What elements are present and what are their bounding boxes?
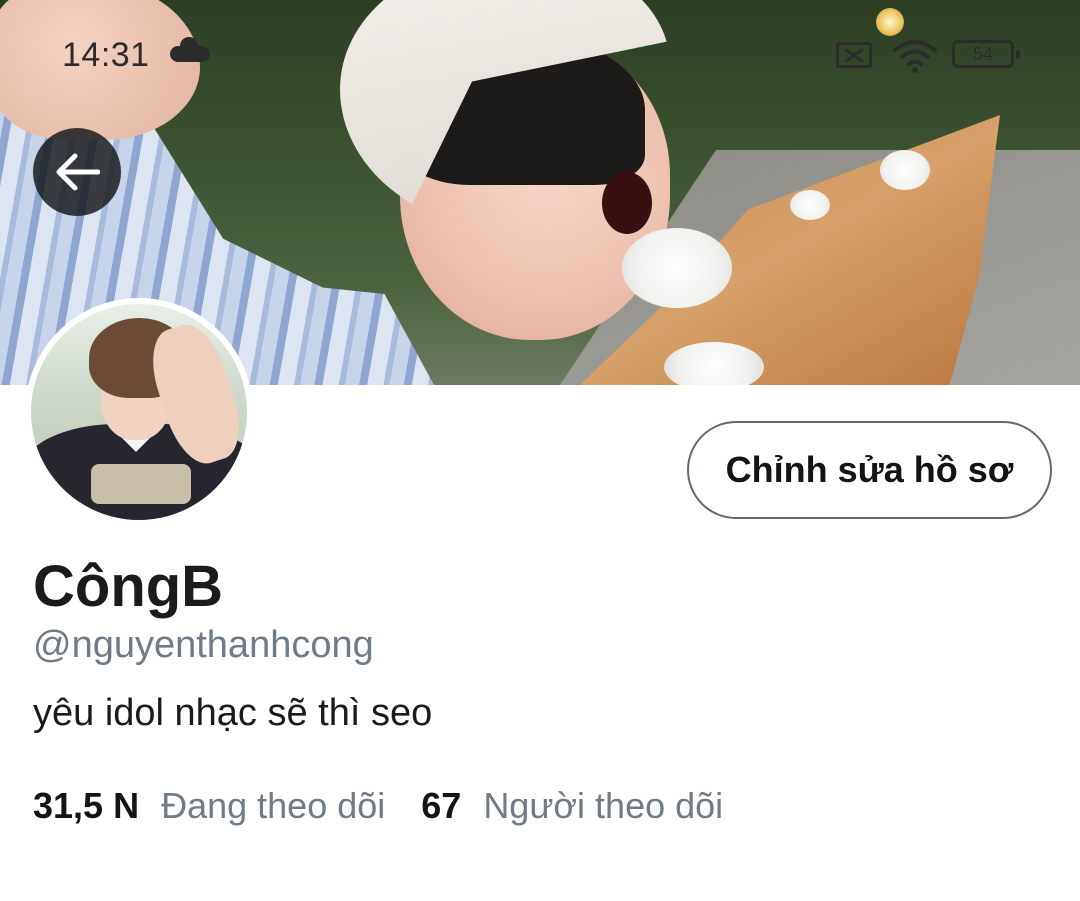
display-name: CôngB: [33, 554, 224, 619]
profile-bio: yêu idol nhạc sẽ thì seo: [33, 692, 433, 734]
following-label: Đang theo dõi: [161, 785, 386, 826]
sim-off-icon: [836, 42, 872, 68]
followers-label: Người theo dõi: [483, 785, 724, 826]
wifi-icon: [893, 40, 937, 73]
status-bar: 14:31 54: [0, 0, 1080, 110]
followers-stat[interactable]: 67 Người theo dõi: [421, 785, 723, 827]
battery-icon: 54: [952, 40, 1020, 68]
banner-mouth: [602, 172, 652, 234]
username-handle: @nguyenthanhcong: [33, 624, 374, 666]
edit-profile-button[interactable]: Chỉnh sửa hồ sơ: [687, 421, 1052, 519]
banner-flower: [664, 342, 764, 385]
avatar[interactable]: [25, 298, 253, 526]
followers-count: 67: [421, 785, 462, 826]
arrow-left-icon: [56, 153, 100, 191]
banner-flower: [622, 228, 732, 308]
banner-flower: [790, 190, 830, 220]
following-count: 31,5 N: [33, 785, 140, 826]
cloud-icon: [170, 37, 210, 62]
profile-stats: 31,5 N Đang theo dõi 67 Người theo dõi: [33, 785, 723, 827]
banner-flower: [880, 150, 930, 190]
avatar-image: [31, 304, 247, 520]
back-button[interactable]: [33, 128, 121, 216]
avatar-sweater-print: [91, 464, 191, 504]
following-stat[interactable]: 31,5 N Đang theo dõi: [33, 785, 385, 827]
status-time: 14:31: [62, 36, 150, 74]
